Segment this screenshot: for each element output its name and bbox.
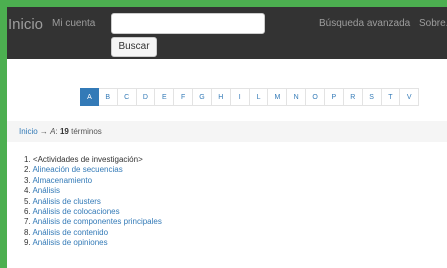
letter-l[interactable]: L — [249, 88, 269, 106]
breadcrumb-home-link[interactable]: Inicio — [19, 127, 38, 136]
letter-r[interactable]: R — [343, 88, 363, 106]
term-number: 6. — [24, 207, 31, 217]
term-label: <Actividades de investigación> — [32, 155, 143, 164]
letter-p[interactable]: P — [324, 88, 344, 106]
letter-v[interactable]: V — [400, 88, 420, 106]
breadcrumb-arrow: → — [39, 127, 48, 136]
letter-c[interactable]: C — [117, 88, 137, 106]
letter-g[interactable]: G — [193, 88, 212, 106]
frame-border-top — [0, 0, 447, 7]
term-list: 1. <Actividades de investigación> 2. Alin… — [24, 155, 162, 249]
list-item: 6. Análisis de colocaciones — [24, 207, 162, 217]
letter-i[interactable]: I — [230, 88, 250, 106]
breadcrumb: Inicio → A: 19 términos — [7, 121, 447, 142]
breadcrumb-colon: : — [55, 127, 58, 136]
letter-h[interactable]: H — [211, 88, 231, 106]
about-link[interactable]: Sobre... — [419, 18, 447, 29]
letter-b[interactable]: B — [98, 88, 118, 106]
my-account-link[interactable]: Mi cuenta — [52, 18, 95, 29]
term-link[interactable]: Análisis — [32, 186, 60, 195]
term-number: 4. — [24, 186, 31, 196]
term-link[interactable]: Alineación de secuencias — [32, 165, 122, 174]
term-count: 19 — [59, 127, 69, 136]
term-number: 5. — [24, 196, 31, 206]
list-item: 7. Análisis de componentes principales — [24, 217, 162, 227]
letter-s[interactable]: S — [362, 88, 382, 106]
term-number: 1. — [24, 155, 31, 164]
letter-t[interactable]: T — [381, 88, 401, 106]
letter-d[interactable]: D — [136, 88, 156, 106]
term-number: 9. — [24, 238, 31, 248]
list-item: 9. Análisis de opiniones — [24, 238, 162, 248]
term-count-suffix: términos — [71, 127, 102, 136]
term-link[interactable]: Análisis de opiniones — [32, 238, 107, 247]
term-link[interactable]: Análisis de componentes principales — [32, 217, 161, 226]
list-item: 3. Almacenamiento — [24, 176, 162, 186]
list-item: 5. Análisis de clusters — [24, 197, 162, 207]
letter-m[interactable]: M — [268, 88, 288, 106]
term-number: 8. — [24, 227, 31, 237]
term-number: 2. — [24, 165, 31, 175]
letter-o[interactable]: O — [306, 88, 325, 106]
search-input[interactable] — [111, 13, 265, 34]
term-number: 3. — [24, 175, 31, 185]
frame-border-left — [0, 0, 7, 268]
list-item: 8. Análisis de contenido — [24, 228, 162, 238]
letter-f[interactable]: F — [174, 88, 194, 106]
alphabet-pagination: ABCDEFGHILMNOPRSTV — [80, 88, 420, 106]
top-navbar: Inicio Mi cuenta Buscar Búsqueda avanzad… — [7, 7, 447, 59]
letter-e[interactable]: E — [155, 88, 175, 106]
letter-n[interactable]: N — [287, 88, 307, 106]
list-item: 2. Alineación de secuencias — [24, 165, 162, 175]
letter-a[interactable]: A — [80, 88, 99, 106]
term-link[interactable]: Análisis de colocaciones — [32, 207, 119, 216]
term-link[interactable]: Análisis de contenido — [32, 228, 108, 237]
term-number: 7. — [24, 217, 31, 227]
advanced-search-link[interactable]: Búsqueda avanzada — [319, 18, 410, 29]
term-link[interactable]: Análisis de clusters — [32, 197, 100, 206]
search-button[interactable]: Buscar — [111, 37, 157, 57]
term-link[interactable]: Almacenamiento — [32, 176, 92, 185]
list-item: 1. <Actividades de investigación> — [24, 155, 162, 165]
brand-home-link[interactable]: Inicio — [8, 16, 43, 33]
list-item: 4. Análisis — [24, 186, 162, 196]
